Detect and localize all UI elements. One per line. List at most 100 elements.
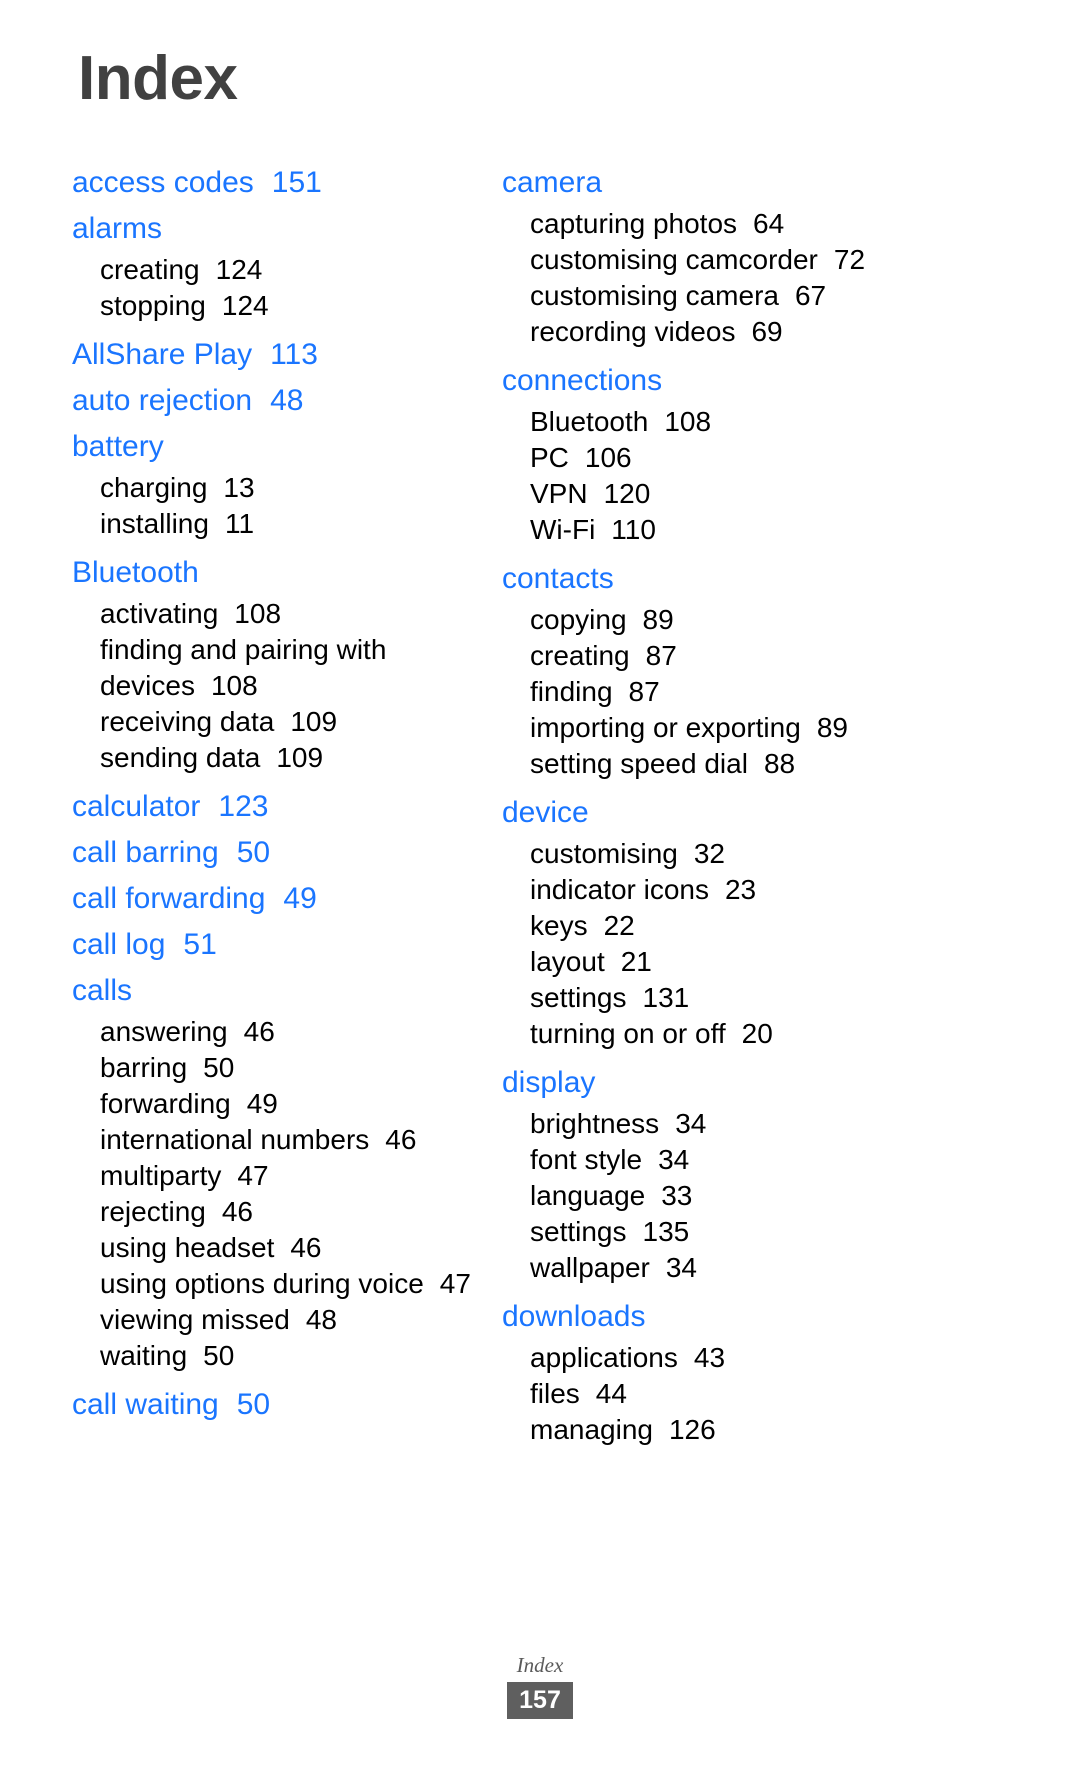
index-group: contacts copying 89 creating 87 finding 87 impo… (502, 556, 952, 782)
index-subentry[interactable]: Wi-Fi 110 (530, 512, 952, 548)
index-subentry-page: 110 (611, 514, 656, 545)
index-subentry[interactable]: recording videos 69 (530, 314, 952, 350)
index-subentry[interactable]: rejecting 46 (100, 1194, 502, 1230)
index-entry-heading[interactable]: connections (502, 358, 952, 404)
index-entry-term: contacts (502, 562, 614, 595)
index-group: calculator 123 (72, 784, 502, 830)
index-subentry[interactable]: waiting 50 (100, 1338, 502, 1374)
index-group: downloads applications 43 files 44 managing 12… (502, 1294, 952, 1448)
index-subentry[interactable]: customising camcorder 72 (530, 242, 952, 278)
index-entry-heading[interactable]: Bluetooth (72, 550, 502, 596)
index-subentry-term: keys (530, 910, 588, 941)
index-subentry[interactable]: creating 124 (100, 252, 502, 288)
index-subentry[interactable]: creating 87 (530, 638, 952, 674)
index-subentry[interactable]: brightness 34 (530, 1106, 952, 1142)
index-subentry[interactable]: managing 126 (530, 1412, 952, 1448)
index-subentry[interactable]: setting speed dial 88 (530, 746, 952, 782)
index-entry-page: 123 (218, 790, 269, 823)
index-subentry[interactable]: stopping 124 (100, 288, 502, 324)
index-subentry[interactable]: wallpaper 34 (530, 1250, 952, 1286)
index-subentry-term: receiving data (100, 706, 275, 737)
index-subentry[interactable]: international numbers 46 (100, 1122, 502, 1158)
index-entry-heading[interactable]: call forwarding 49 (72, 876, 502, 922)
index-entry-heading[interactable]: alarms (72, 206, 502, 252)
index-entry-heading[interactable]: call waiting 50 (72, 1382, 502, 1428)
index-subentry-page: 87 (628, 676, 660, 707)
index-subentry[interactable]: receiving data 109 (100, 704, 502, 740)
index-subentry[interactable]: finding and pairing with devices 108 (100, 632, 502, 704)
index-subentry[interactable]: VPN 120 (530, 476, 952, 512)
index-subentry[interactable]: settings 135 (530, 1214, 952, 1250)
index-subentry-term: font style (530, 1144, 643, 1175)
index-entry-heading[interactable]: display (502, 1060, 952, 1106)
index-subentry[interactable]: customising camera 67 (530, 278, 952, 314)
index-subentry[interactable]: multiparty 47 (100, 1158, 502, 1194)
index-subentry[interactable]: viewing missed 48 (100, 1302, 502, 1338)
index-entry-heading[interactable]: AllShare Play 113 (72, 332, 502, 378)
index-subentry-list: creating 124 stopping 124 (72, 252, 502, 324)
index-subentry-term: finding (530, 676, 613, 707)
index-subentry[interactable]: settings 131 (530, 980, 952, 1016)
index-subentry[interactable]: forwarding 49 (100, 1086, 502, 1122)
index-subentry[interactable]: applications 43 (530, 1340, 952, 1376)
index-subentry-term: installing (100, 508, 209, 539)
index-subentry[interactable]: Bluetooth 108 (530, 404, 952, 440)
index-subentry[interactable]: answering 46 (100, 1014, 502, 1050)
index-subentry[interactable]: capturing photos 64 (530, 206, 952, 242)
index-entry-heading[interactable]: battery (72, 424, 502, 470)
index-subentry-term: rejecting (100, 1196, 206, 1227)
index-subentry-page: 34 (665, 1252, 698, 1283)
index-subentry[interactable]: barring 50 (100, 1050, 502, 1086)
index-entry-term: call log (72, 928, 166, 961)
index-entry-heading[interactable]: device (502, 790, 952, 836)
page-footer: Index 157 (0, 1652, 1080, 1719)
index-subentry-list: brightness 34 font style 34 language 33 settin… (502, 1106, 952, 1286)
index-subentry-page: 87 (645, 640, 677, 671)
index-subentry-page: 67 (794, 280, 827, 311)
index-entry-heading[interactable]: calculator 123 (72, 784, 502, 830)
index-subentry-list: capturing photos 64 customising camcorder 7… (502, 206, 952, 350)
index-subentry-page: 50 (203, 1340, 235, 1371)
index-entry-heading[interactable]: camera (502, 160, 952, 206)
index-subentry[interactable]: font style 34 (530, 1142, 952, 1178)
index-subentry[interactable]: language 33 (530, 1178, 952, 1214)
index-subentry-term: settings (530, 1216, 627, 1247)
index-subentry-page: 43 (693, 1342, 726, 1373)
index-subentry[interactable]: layout 21 (530, 944, 952, 980)
index-entry-term: alarms (72, 212, 163, 245)
index-subentry[interactable]: using headset 46 (100, 1230, 502, 1266)
index-subentry-term: charging (100, 472, 208, 503)
index-subentry-term: waiting (100, 1340, 188, 1371)
index-entry-heading[interactable]: contacts (502, 556, 952, 602)
index-subentry[interactable]: activating 108 (100, 596, 502, 632)
index-entry-heading[interactable]: call log 51 (72, 922, 502, 968)
index-entry-heading[interactable]: access codes 151 (72, 160, 502, 206)
index-subentry[interactable]: finding 87 (530, 674, 952, 710)
index-subentry[interactable]: copying 89 (530, 602, 952, 638)
index-subentry-page: 109 (276, 742, 324, 773)
index-subentry[interactable]: keys 22 (530, 908, 952, 944)
index-entry-heading[interactable]: call barring 50 (72, 830, 502, 876)
index-subentry-term: layout (530, 946, 605, 977)
index-subentry[interactable]: PC 106 (530, 440, 952, 476)
index-subentry[interactable]: importing or exporting 89 (530, 710, 952, 746)
index-subentry[interactable]: charging 13 (100, 470, 502, 506)
index-subentry[interactable]: indicator icons 23 (530, 872, 952, 908)
index-subentry-term: customising camcorder (530, 244, 818, 275)
index-subentry-term: managing (530, 1414, 653, 1445)
index-subentry[interactable]: sending data 109 (100, 740, 502, 776)
index-group: auto rejection 48 (72, 378, 502, 424)
index-entry-heading[interactable]: auto rejection 48 (72, 378, 502, 424)
index-subentry[interactable]: customising 32 (530, 836, 952, 872)
index-subentry[interactable]: files 44 (530, 1376, 952, 1412)
index-subentry-term: customising (530, 838, 678, 869)
index-subentry-list: applications 43 files 44 managing 126 (502, 1340, 952, 1448)
index-subentry[interactable]: using options during voice 47 (100, 1266, 502, 1302)
index-entry-heading[interactable]: calls (72, 968, 502, 1014)
index-entry-term: device (502, 796, 589, 829)
index-entry-heading[interactable]: downloads (502, 1294, 952, 1340)
index-subentry[interactable]: installing 11 (100, 506, 502, 542)
index-subentry-term: applications (530, 1342, 678, 1373)
index-subentry-term: multiparty (100, 1160, 222, 1191)
index-subentry[interactable]: turning on or off 20 (530, 1016, 952, 1052)
